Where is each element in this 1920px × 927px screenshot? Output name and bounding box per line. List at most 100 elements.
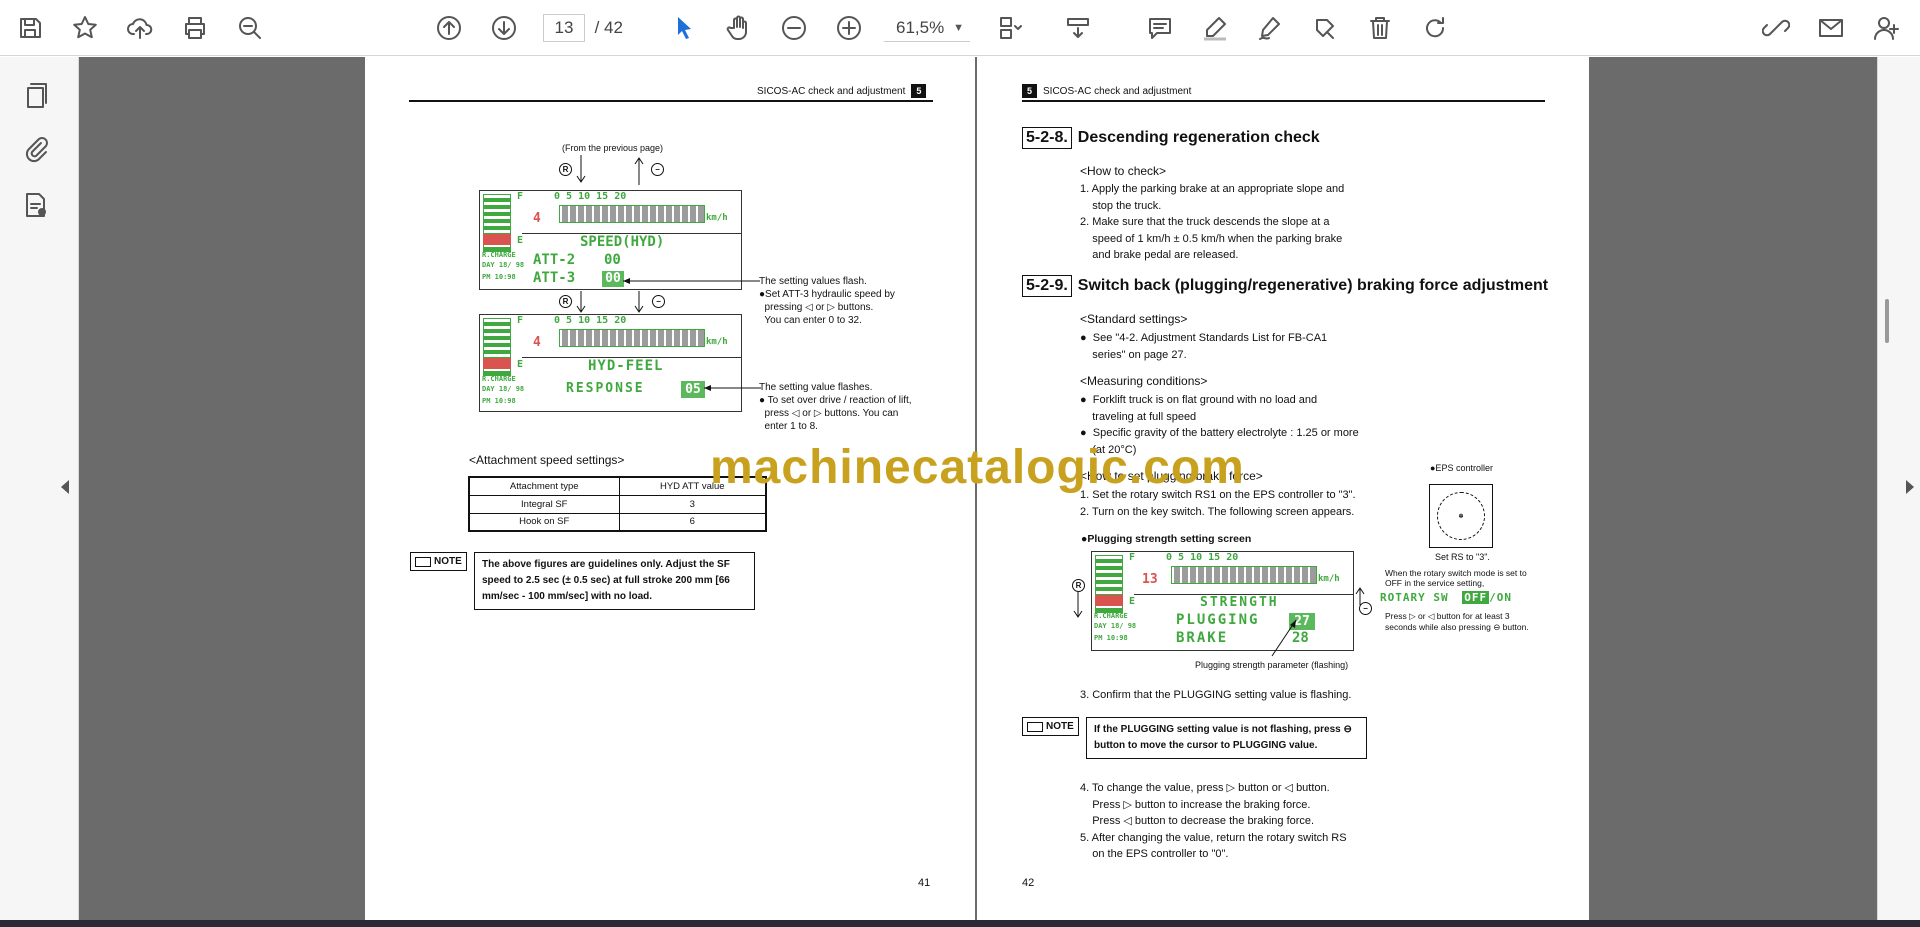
step-3: 3. Confirm that the PLUGGING setting val…: [1080, 689, 1352, 701]
header-text: SICOS-AC check and adjustment: [1043, 85, 1192, 97]
next-page-arrow-icon[interactable]: [1906, 480, 1914, 494]
callout-line: [623, 278, 760, 284]
lcd-row2-value-highlight: 00: [602, 271, 624, 287]
annotation-1-title: The setting values flash.: [759, 276, 867, 287]
page-number-input[interactable]: 13: [543, 14, 585, 42]
lcd-row1-value-highlight: 05: [681, 381, 705, 398]
chapter-badge: 5: [1022, 84, 1037, 98]
lcd-e-label: E: [517, 359, 524, 370]
text-line: 2. Turn on the key switch. The following…: [1080, 505, 1355, 518]
bookmark-star-icon[interactable]: [65, 8, 105, 48]
text-line: speed of 1 km/h ± 0.5 km/h when the park…: [1080, 232, 1343, 245]
plugging-screen-label: ●Plugging strength setting screen: [1081, 533, 1252, 545]
annotation-2-body: ● To set over drive / reaction of lift, …: [759, 394, 912, 433]
zoom-select[interactable]: 61,5% ▼: [884, 14, 970, 42]
page-up-icon[interactable]: [429, 8, 469, 48]
add-user-icon[interactable]: [1866, 8, 1906, 48]
section-title: Switch back (plugging/regenerative) brak…: [1077, 277, 1549, 294]
page-number: 41: [918, 877, 931, 889]
arrow-up-icon: [1355, 587, 1365, 605]
document-tools-icon[interactable]: [16, 185, 56, 225]
text-line: ●Set ATT-3 hydraulic speed by: [759, 289, 895, 300]
print-icon[interactable]: [175, 8, 215, 48]
section-number: 5-2-9.: [1022, 275, 1072, 297]
scrollbar-thumb[interactable]: [1885, 299, 1889, 343]
eps-controller-label: ●EPS controller: [1430, 463, 1493, 473]
save-icon[interactable]: [10, 8, 50, 48]
stamp-icon[interactable]: [1305, 8, 1345, 48]
lcd-scale: 0 5 10 15 20: [554, 315, 627, 326]
measuring-conditions-heading: <Measuring conditions>: [1080, 374, 1208, 388]
hand-icon[interactable]: [719, 8, 759, 48]
lcd-scale: 0 5 10 15 20: [554, 191, 627, 202]
speed-bars: [559, 329, 705, 347]
highlight-pen-icon[interactable]: [1195, 8, 1235, 48]
watermark: machinecatalogic.com: [710, 441, 1245, 494]
chevron-down-icon: ▼: [953, 21, 964, 34]
upload-cloud-icon[interactable]: [120, 8, 160, 48]
lcd-screen-strength: F E 13 0 5 10 15 20 km/h R.CHARGE DAY 18…: [1091, 551, 1354, 651]
zoom-in-icon[interactable]: [829, 8, 869, 48]
lcd-side-charge: R.CHARGE: [1094, 612, 1128, 620]
redo-icon[interactable]: [1415, 8, 1455, 48]
lcd-title: STRENGTH: [1200, 595, 1279, 610]
lcd-unit: km/h: [706, 337, 728, 347]
lcd-row1-value: 00: [604, 252, 621, 268]
minus-button-icon: −: [651, 163, 664, 176]
final-steps: 4. To change the value, press ▷ button o…: [1080, 780, 1380, 863]
battery-low-indicator: [483, 358, 511, 369]
prev-page-arrow-icon[interactable]: [61, 480, 69, 494]
plugging-caption: Plugging strength parameter (flashing): [1195, 660, 1349, 670]
rotary-switch-figure: ✽: [1429, 484, 1493, 548]
callout-line: [704, 385, 761, 391]
text-line: ● To set over drive / reaction of lift,: [759, 395, 912, 406]
text-line: ● Forklift truck is on flat ground with …: [1080, 394, 1318, 406]
lcd-e-label: E: [1129, 596, 1136, 607]
caption-pointer: [1271, 619, 1297, 657]
text-line: series" on page 27.: [1080, 348, 1187, 361]
zoom-out-icon[interactable]: [774, 8, 814, 48]
zoom-search-icon[interactable]: [230, 8, 270, 48]
from-previous-label: (From the previous page): [562, 143, 664, 153]
section-5-2-8-heading: 5-2-8. Descending regeneration check: [1022, 127, 1320, 149]
annotation-1-body: ●Set ATT-3 hydraulic speed by pressing ◁…: [759, 288, 895, 327]
text-line: Press ▷ or ◁ button for at least 3: [1385, 611, 1510, 621]
text-line: OFF in the service setting,: [1385, 578, 1485, 588]
lcd-f-label: F: [1129, 552, 1136, 563]
text-line: press ◁ or ▷ buttons. You can: [759, 408, 899, 419]
lcd-screen-hyd-feel: F E 4 0 5 10 15 20 km/h R.CHARGE DAY 18/…: [479, 314, 742, 412]
page-down-icon[interactable]: [484, 8, 524, 48]
delete-icon[interactable]: [1360, 8, 1400, 48]
rotary-off-highlight: OFF: [1462, 591, 1490, 604]
lcd-title: SPEED(HYD): [580, 234, 665, 250]
toolbar: 13 / 42 61,5% ▼: [0, 0, 1920, 56]
page-fit-icon[interactable]: [990, 8, 1030, 48]
table-row: Integral SF 3: [468, 494, 767, 514]
text-line: ● See "4-2. Adjustment Standards List fo…: [1080, 332, 1328, 344]
minus-button-icon: −: [652, 295, 665, 308]
lcd-title: HYD-FEEL: [588, 358, 664, 374]
page-separator: /: [594, 18, 600, 37]
attachment-icon[interactable]: [16, 129, 56, 169]
r-button-icon: R: [1072, 579, 1085, 592]
link-sign-icon[interactable]: [1756, 8, 1796, 48]
mail-icon[interactable]: [1811, 8, 1851, 48]
comment-icon[interactable]: [1140, 8, 1180, 48]
rotary-dial: ✽: [1437, 492, 1485, 540]
select-pointer-icon[interactable]: [664, 8, 704, 48]
page-number: 42: [1022, 877, 1035, 889]
table-header: Attachment type: [468, 476, 620, 496]
draw-icon[interactable]: [1250, 8, 1290, 48]
section-title: Descending regeneration check: [1077, 129, 1320, 146]
lcd-f-label: F: [517, 191, 524, 202]
section-number: 5-2-8.: [1022, 127, 1072, 149]
header-rule: [409, 100, 933, 102]
bottom-bar: [0, 920, 1920, 927]
note-icon: NOTE: [1022, 717, 1079, 736]
section-5-2-9-heading: 5-2-9. Switch back (plugging/regenerativ…: [1022, 275, 1548, 297]
scroll-mode-icon[interactable]: [1058, 8, 1098, 48]
lcd-side-day: DAY 18/ 98: [482, 261, 525, 269]
page-thumbnails-icon[interactable]: [16, 75, 56, 115]
speed-bars: [559, 205, 705, 223]
note-label: NOTE: [434, 556, 462, 567]
